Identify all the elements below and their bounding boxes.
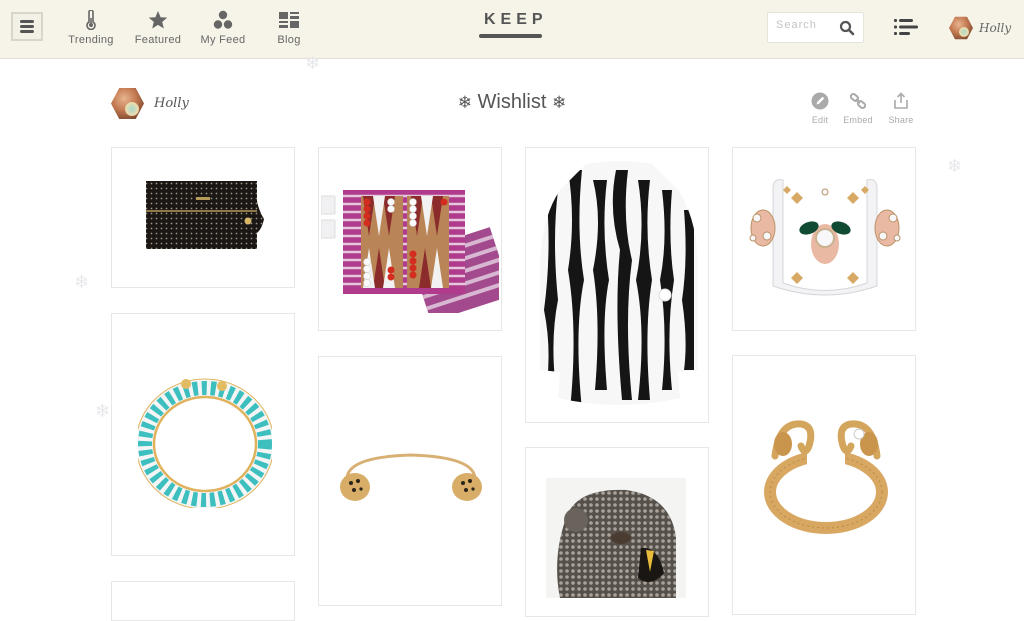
logo-underline	[479, 34, 542, 38]
nav-my-feed[interactable]: My Feed	[198, 10, 248, 46]
product-card-elephant-bangle[interactable]	[732, 355, 916, 615]
search-input[interactable]	[776, 19, 836, 31]
product-card-partial[interactable]	[111, 581, 295, 621]
product-image	[546, 478, 686, 598]
product-image	[138, 378, 272, 508]
product-card-clutch[interactable]	[111, 147, 295, 288]
nav-blog-label: Blog	[277, 34, 301, 46]
nav-featured-label: Featured	[134, 34, 182, 46]
product-image	[321, 190, 499, 313]
snowflake-icon: ❄	[947, 156, 963, 176]
owner-avatar[interactable]	[111, 87, 144, 120]
snowflake-icon: ❄	[74, 272, 90, 292]
nav-trending-label: Trending	[68, 34, 114, 46]
nav-blog[interactable]: Blog	[270, 10, 308, 46]
nav-my-feed-label: My Feed	[200, 34, 246, 46]
share-button[interactable]: Share	[881, 92, 921, 125]
product-card-giraffe-bangle[interactable]	[111, 313, 295, 556]
search-icon[interactable]	[839, 20, 855, 36]
snowflake-icon: ❄	[95, 401, 111, 421]
search-box	[767, 12, 864, 43]
product-card-jeweled-cuff[interactable]	[732, 147, 916, 331]
thermometer-icon	[86, 10, 96, 30]
share-icon	[894, 92, 908, 109]
nav-featured[interactable]: Featured	[132, 10, 184, 46]
link-icon	[849, 93, 867, 109]
user-name[interactable]: Holly	[979, 21, 1011, 35]
user-avatar[interactable]	[949, 16, 973, 40]
snowflake-icon: ❄	[552, 93, 567, 112]
product-image	[340, 453, 482, 501]
blog-grid-icon	[279, 12, 299, 28]
share-label: Share	[888, 115, 914, 125]
hamburger-menu-button[interactable]	[11, 12, 43, 41]
product-image	[540, 161, 698, 405]
logo-text: KEEP	[484, 11, 548, 28]
embed-label: Embed	[843, 115, 873, 125]
product-image	[146, 181, 264, 249]
edit-label: Edit	[811, 115, 829, 125]
product-image	[749, 179, 901, 296]
hexagon-cluster-icon	[213, 10, 233, 29]
collection-title-text: Wishlist	[477, 91, 547, 113]
edit-button[interactable]: Edit	[800, 92, 840, 125]
top-navigation-bar: Trending Featured My Feed Blog KEEP Sear…	[0, 0, 1024, 59]
list-icon[interactable]	[894, 18, 918, 36]
product-image	[764, 416, 888, 534]
product-card-leopard-cuff[interactable]	[318, 356, 502, 606]
pencil-icon	[811, 92, 829, 110]
collection-owner: Holly	[111, 87, 189, 120]
snowflake-icon: ❄	[457, 93, 472, 112]
product-card-backgammon[interactable]	[318, 147, 502, 331]
product-card-panther-ring[interactable]	[525, 447, 709, 617]
nav-trending[interactable]: Trending	[66, 10, 116, 46]
star-icon	[148, 11, 168, 29]
product-card-fur-coat[interactable]	[525, 147, 709, 423]
keep-logo[interactable]: KEEP	[479, 11, 548, 38]
embed-button[interactable]: Embed	[838, 92, 878, 125]
owner-name[interactable]: Holly	[154, 96, 189, 111]
